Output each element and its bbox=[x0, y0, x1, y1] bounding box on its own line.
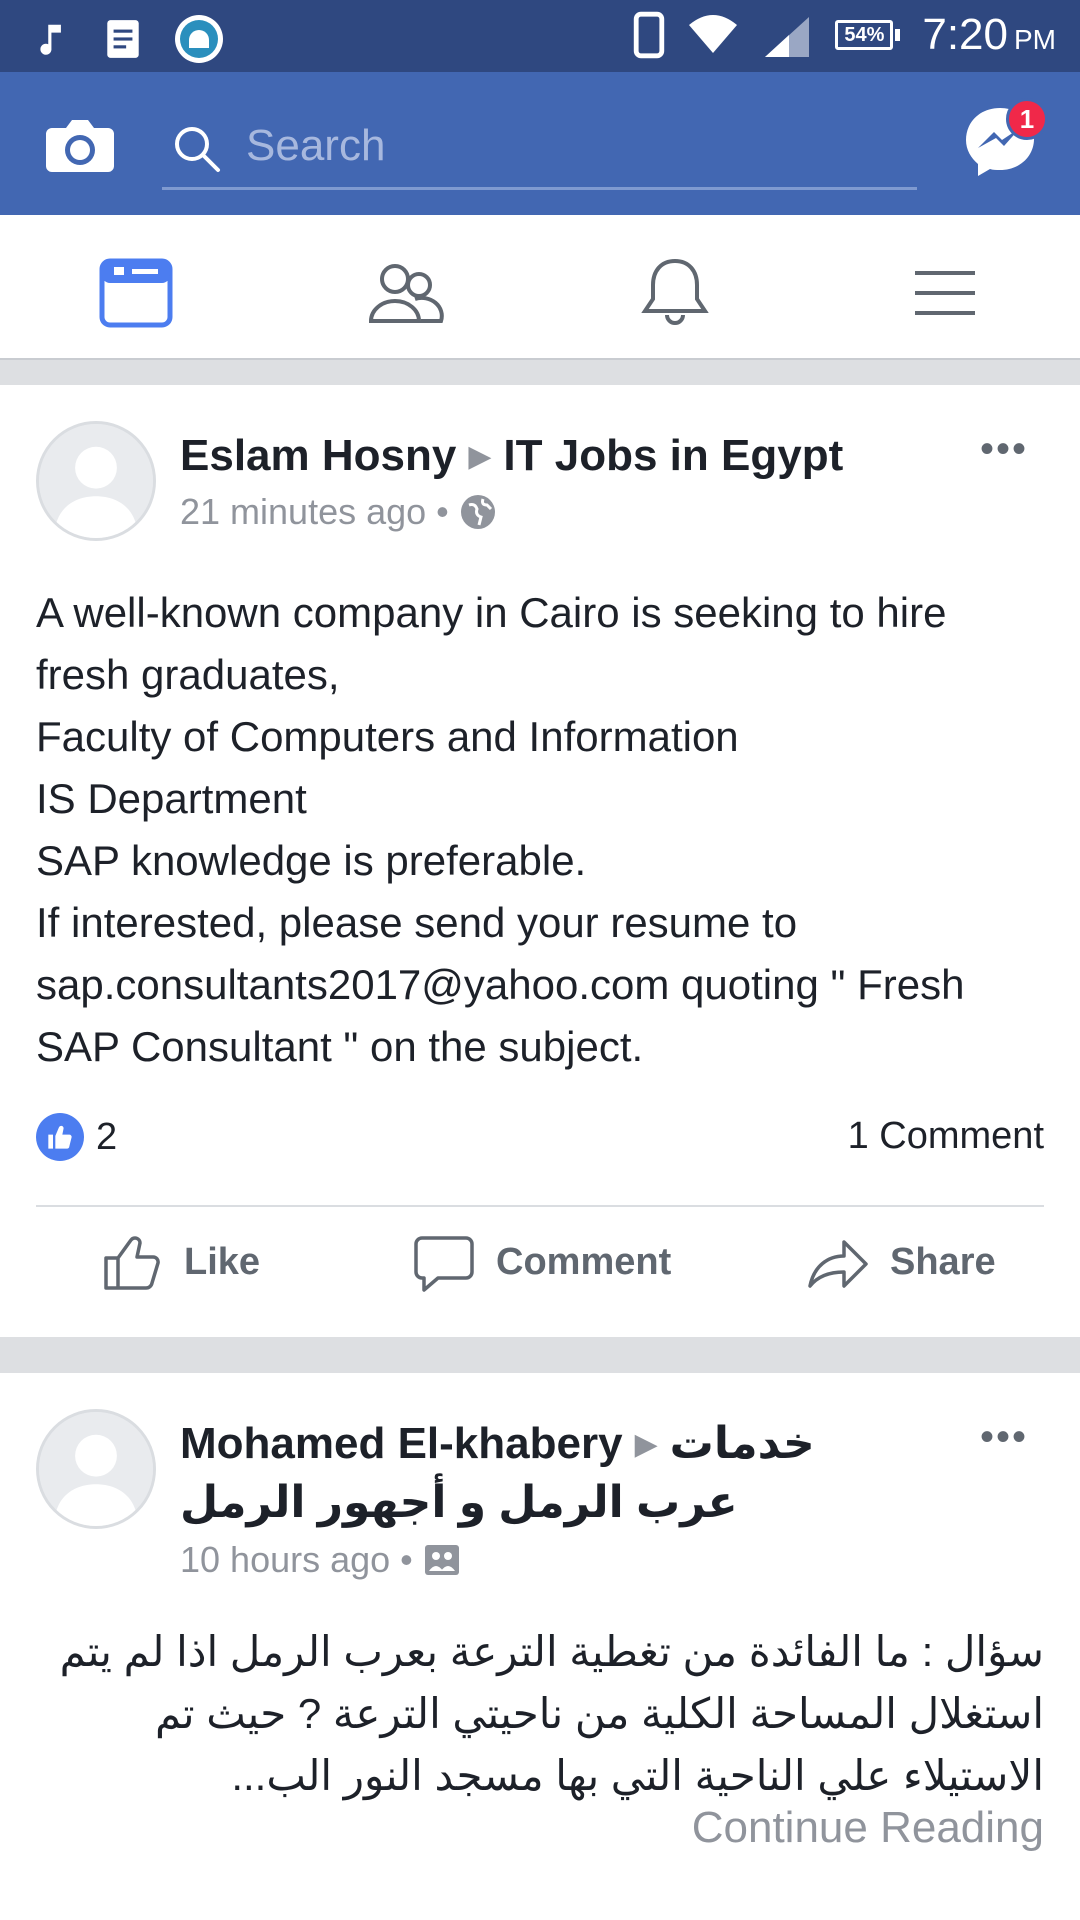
default-avatar-icon bbox=[39, 1412, 153, 1526]
tab-friends[interactable] bbox=[365, 253, 445, 333]
post-time[interactable]: 10 hours ago bbox=[180, 1539, 390, 1581]
author-name[interactable]: Mohamed El-khabery bbox=[180, 1419, 623, 1468]
separator-dot: • bbox=[400, 1539, 413, 1580]
more-options-icon[interactable]: ••• bbox=[980, 427, 1028, 472]
like-button[interactable]: Like bbox=[100, 1207, 260, 1317]
post-header: Eslam Hosny ▶ IT Jobs in Egypt bbox=[180, 427, 880, 486]
friends-icon bbox=[368, 264, 444, 323]
post-text-line: Faculty of Computers and Information bbox=[36, 713, 739, 760]
post-actions: Like Comment Share bbox=[0, 1207, 1080, 1317]
battery-level: 54% bbox=[835, 20, 894, 50]
avatar[interactable] bbox=[36, 421, 156, 541]
feed-post: Mohamed El-khabery ▶ خدمات عرب الرمل و أجه… bbox=[0, 1373, 1080, 1920]
tab-menu[interactable] bbox=[905, 253, 985, 333]
like-count: 2 bbox=[96, 1115, 118, 1158]
arrow-right-icon: ▶ bbox=[468, 440, 492, 473]
comment-label: Comment bbox=[496, 1240, 672, 1283]
post-time[interactable]: 21 minutes ago bbox=[180, 491, 426, 533]
bell-icon bbox=[641, 258, 709, 325]
author-name[interactable]: Eslam Hosny bbox=[180, 431, 456, 480]
post-text-line: SAP knowledge is preferable. bbox=[36, 837, 587, 884]
status-bar: 54% 7:20 PM bbox=[0, 0, 1080, 72]
default-avatar-icon bbox=[39, 424, 153, 538]
group-icon bbox=[424, 1545, 459, 1575]
clock-time: 7:20 bbox=[922, 10, 1008, 59]
reaction-summary[interactable]: 2 bbox=[36, 1113, 117, 1161]
post-header: Mohamed El-khabery ▶ خدمات عرب الرمل و أجه… bbox=[180, 1415, 860, 1532]
globe-icon bbox=[460, 495, 495, 529]
messenger-badge: 1 bbox=[1006, 98, 1048, 140]
battery-indicator: 54% bbox=[835, 20, 901, 50]
phone-icon bbox=[634, 11, 665, 59]
search-icon bbox=[175, 127, 220, 172]
comment-count[interactable]: 1 Comment bbox=[848, 1115, 1044, 1158]
news-feed-icon bbox=[99, 258, 173, 328]
continue-reading-link[interactable]: Continue Reading bbox=[692, 1803, 1044, 1853]
speech-bubble-icon bbox=[414, 1236, 474, 1292]
wifi-icon bbox=[689, 15, 738, 53]
post-text-line: If interested, please send your resume t… bbox=[36, 899, 977, 1070]
search-input[interactable] bbox=[246, 116, 886, 176]
post-text-line: IS Department bbox=[36, 775, 307, 822]
post-meta: 10 hours ago • bbox=[180, 1539, 461, 1581]
music-note-icon bbox=[40, 24, 61, 55]
group-name[interactable]: IT Jobs in Egypt bbox=[503, 431, 843, 480]
document-icon bbox=[107, 20, 139, 58]
clock: 7:20 PM bbox=[922, 10, 1056, 60]
tab-notifications[interactable] bbox=[635, 253, 715, 333]
search-bar[interactable] bbox=[162, 106, 917, 190]
tab-bar bbox=[0, 215, 1080, 360]
share-button[interactable]: Share bbox=[806, 1207, 996, 1317]
avatar[interactable] bbox=[36, 1409, 156, 1529]
tab-news-feed[interactable] bbox=[96, 253, 176, 333]
more-options-icon[interactable]: ••• bbox=[980, 1415, 1028, 1460]
app-bar: 1 bbox=[0, 72, 1080, 215]
clock-ampm: PM bbox=[1014, 24, 1056, 55]
mosque-app-icon bbox=[175, 15, 223, 63]
signal-icon bbox=[765, 17, 810, 57]
menu-icon bbox=[915, 271, 975, 315]
separator-dot: • bbox=[436, 491, 449, 532]
post-text-line: A well-known company in Cairo is seeking… bbox=[36, 589, 959, 698]
share-arrow-icon bbox=[808, 1240, 868, 1288]
feed-post: Eslam Hosny ▶ IT Jobs in Egypt ••• 21 minu… bbox=[0, 385, 1080, 1337]
like-label: Like bbox=[184, 1240, 261, 1283]
arrow-right-icon: ▶ bbox=[634, 1428, 658, 1461]
post-body: سؤال : ما الفائدة من تغطية الترعة بعرب ا… bbox=[36, 1621, 1044, 1807]
share-label: Share bbox=[890, 1240, 996, 1283]
camera-icon[interactable] bbox=[44, 112, 116, 176]
post-meta: 21 minutes ago • bbox=[180, 491, 497, 533]
post-body: A well-known company in Cairo is seeking… bbox=[36, 582, 1046, 1078]
like-reaction-icon bbox=[36, 1113, 84, 1161]
post-text: سؤال : ما الفائدة من تغطية الترعة بعرب ا… bbox=[48, 1628, 1044, 1799]
comment-button[interactable]: Comment bbox=[412, 1207, 671, 1317]
thumbs-up-icon bbox=[104, 1236, 160, 1290]
